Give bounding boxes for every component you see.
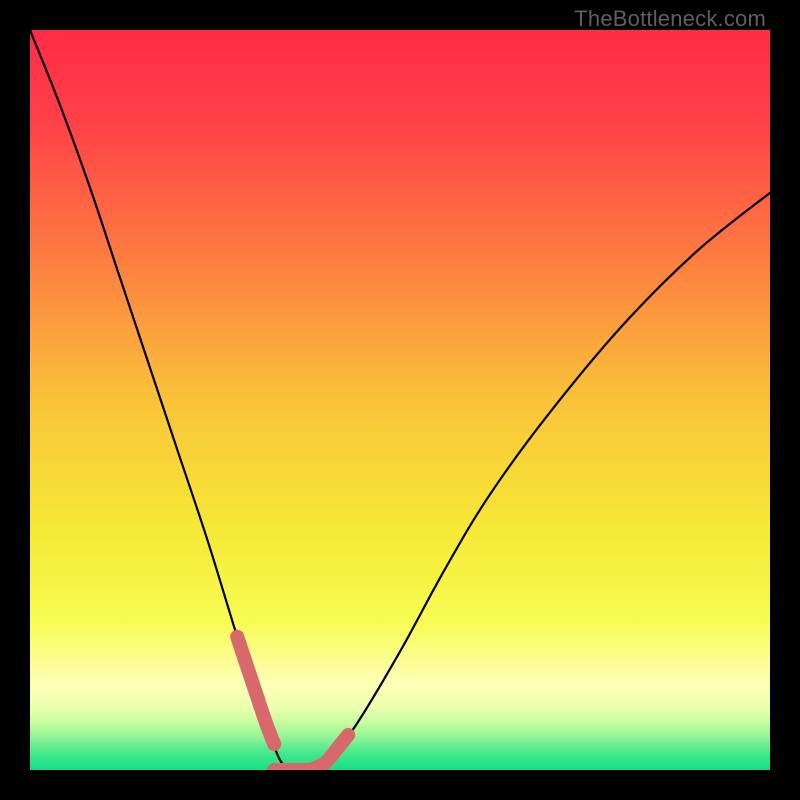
highlight-left	[237, 637, 274, 744]
watermark-text: TheBottleneck.com	[574, 6, 766, 32]
highlight-right	[311, 735, 348, 770]
bottleneck-curve	[30, 30, 770, 770]
plot-frame	[30, 30, 770, 770]
curve-layer	[30, 30, 770, 770]
